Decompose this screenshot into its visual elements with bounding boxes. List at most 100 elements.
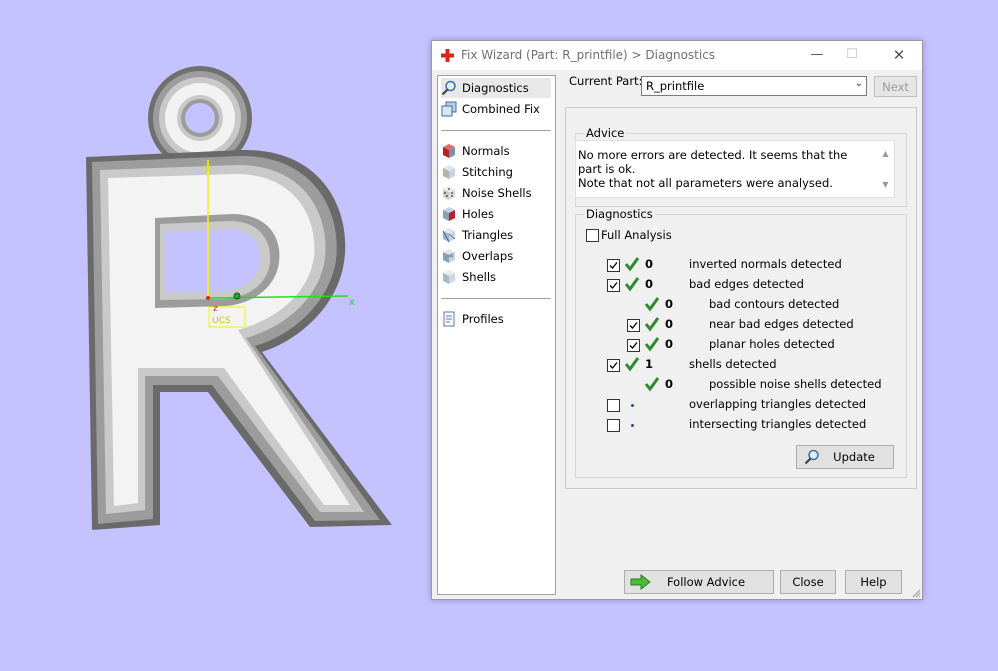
full-analysis-label: Full Analysis [601, 228, 672, 242]
row-checkbox[interactable] [627, 319, 640, 332]
advice-line: Note that not all parameters were analys… [578, 176, 833, 190]
row-checkbox[interactable] [607, 399, 620, 412]
axis-x-label: x [349, 297, 355, 308]
advice-line: No more errors are detected. It seems th… [578, 148, 848, 176]
row-label: inverted normals detected [689, 257, 842, 271]
maximize-button[interactable]: ☐ [837, 45, 867, 65]
nav-item-overlaps[interactable]: Overlaps [441, 246, 551, 266]
profiles-document-icon [443, 311, 455, 327]
green-check-icon [624, 357, 640, 372]
nav-label: Normals [462, 144, 510, 158]
nav-label: Stitching [462, 165, 513, 179]
row-count: 0 [665, 377, 674, 391]
diagnostics-legend: Diagnostics [584, 207, 655, 221]
nav-item-diagnostics[interactable]: Diagnostics [441, 78, 551, 98]
axis-z-label: z [213, 304, 218, 314]
holes-cube-icon [443, 207, 455, 221]
current-part-value: R_printfile [646, 79, 705, 93]
row-label: intersecting triangles detected [689, 417, 867, 431]
nav-item-stitching[interactable]: Stitching [441, 162, 551, 182]
3d-viewport[interactable]: y x z UCS [0, 0, 430, 671]
update-button[interactable]: Update [796, 445, 894, 469]
green-check-icon [644, 337, 660, 352]
nav-label: Holes [462, 207, 494, 221]
chevron-down-icon: ⌄ [854, 78, 863, 89]
green-check-icon [644, 377, 660, 392]
ucs-label: UCS [212, 316, 231, 326]
row-count: 0 [665, 317, 674, 331]
green-arrow-icon [630, 574, 651, 590]
row-count: 0 [645, 277, 654, 291]
current-part-label: Current Part: [569, 74, 643, 88]
next-button[interactable]: Next [874, 76, 917, 97]
full-analysis-checkbox[interactable] [586, 229, 599, 242]
red-cross-app-icon [441, 49, 454, 62]
pending-dot-icon [631, 424, 634, 427]
row-checkbox[interactable] [607, 259, 620, 272]
dice-icon [443, 186, 455, 200]
green-check-icon [644, 317, 660, 332]
nav-item-combined-fix[interactable]: Combined Fix [441, 99, 551, 119]
row-checkbox[interactable] [607, 279, 620, 292]
row-checkbox[interactable] [627, 339, 640, 352]
current-part-dropdown[interactable]: R_printfile ⌄ [641, 76, 867, 96]
row-count: 0 [645, 257, 654, 271]
nav-item-normals[interactable]: Normals [441, 141, 551, 161]
help-button[interactable]: Help [845, 570, 902, 594]
overlaps-cube-icon [443, 249, 455, 263]
magnifier-icon [441, 80, 456, 96]
follow-advice-button[interactable]: Follow Advice [624, 570, 774, 594]
shells-cube-icon [443, 270, 455, 284]
diagnostics-panel: Advice No more errors are detected. It s… [565, 107, 917, 489]
nav-divider [441, 298, 551, 299]
nav-item-noise-shells[interactable]: Noise Shells [441, 183, 551, 203]
nav-label: Combined Fix [462, 102, 540, 116]
letter-r-shape [86, 149, 392, 531]
nav-item-shells[interactable]: Shells [441, 267, 551, 287]
resize-grip-icon[interactable] [911, 588, 921, 598]
part-model-r: y x z UCS [86, 66, 392, 531]
green-check-icon [624, 277, 640, 292]
nav-label: Diagnostics [462, 81, 529, 95]
wizard-nav-panel: Diagnostics Combined Fix Normals Stitchi… [437, 75, 556, 595]
green-check-icon [624, 257, 640, 272]
advice-legend: Advice [584, 126, 627, 140]
triangles-cube-icon [442, 228, 456, 243]
combined-fix-icon [441, 101, 457, 117]
scroll-down-icon[interactable]: ▼ [879, 180, 892, 189]
update-label: Update [833, 450, 875, 464]
magnifier-icon [804, 449, 819, 465]
scroll-up-icon[interactable]: ▲ [879, 149, 892, 158]
nav-item-profiles[interactable]: Profiles [441, 309, 551, 329]
row-label: near bad edges detected [709, 317, 854, 331]
nav-item-holes[interactable]: Holes [441, 204, 551, 224]
stitching-cube-icon [443, 165, 455, 179]
row-count: 1 [645, 357, 654, 371]
follow-advice-label: Follow Advice [666, 575, 746, 589]
minimize-button[interactable]: — [802, 45, 832, 65]
row-label: bad contours detected [709, 297, 840, 311]
nav-item-triangles[interactable]: Triangles [441, 225, 551, 245]
row-label: shells detected [689, 357, 777, 371]
row-label: overlapping triangles detected [689, 397, 867, 411]
row-label: planar holes detected [709, 337, 835, 351]
axis-y-label: y [204, 162, 210, 173]
advice-scrollbar[interactable]: ▲ ▼ [879, 149, 892, 195]
row-checkbox[interactable] [607, 359, 620, 372]
normals-cube-icon [443, 144, 455, 158]
window-title: Fix Wizard (Part: R_printfile) > Diagnos… [461, 48, 716, 62]
row-label: bad edges detected [689, 277, 804, 291]
pending-dot-icon [631, 404, 634, 407]
fix-wizard-dialog: Fix Wizard (Part: R_printfile) > Diagnos… [431, 40, 923, 600]
nav-label: Profiles [462, 312, 504, 326]
title-bar[interactable]: Fix Wizard (Part: R_printfile) > Diagnos… [432, 41, 922, 70]
row-checkbox[interactable] [607, 419, 620, 432]
advice-text: No more errors are detected. It seems th… [578, 148, 873, 190]
nav-label: Triangles [462, 228, 514, 242]
nav-label: Overlaps [462, 249, 514, 263]
row-count: 0 [665, 297, 674, 311]
nav-label: Noise Shells [462, 186, 532, 200]
close-button[interactable]: Close [780, 570, 836, 594]
close-window-button[interactable]: ✕ [884, 45, 914, 65]
row-count: 0 [665, 337, 674, 351]
